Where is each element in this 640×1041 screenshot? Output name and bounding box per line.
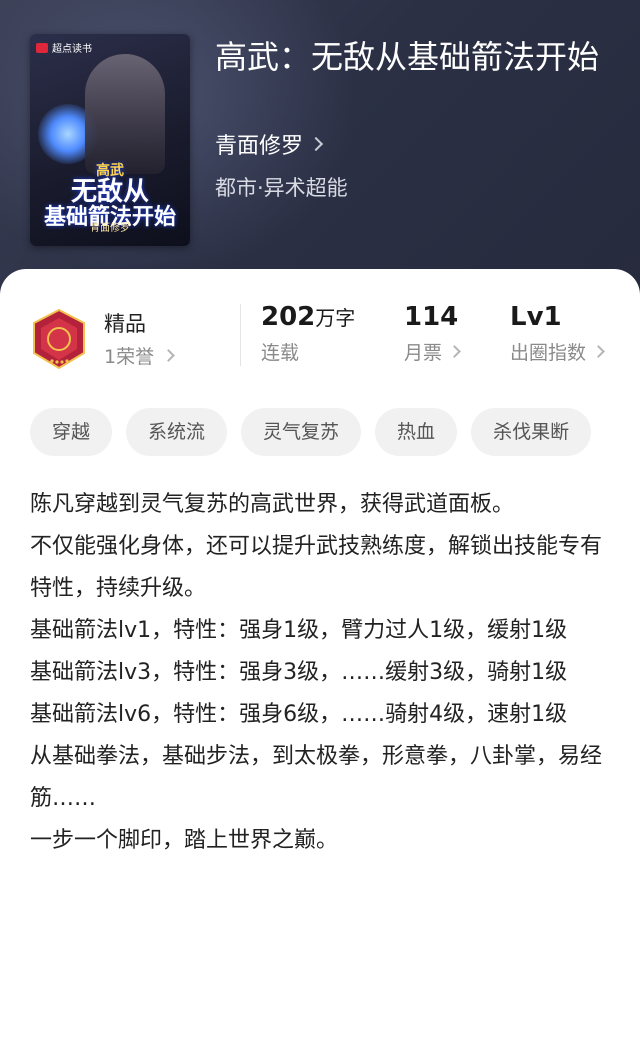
tag-chip[interactable]: 热血: [375, 408, 458, 456]
tag-chip[interactable]: 灵气复苏: [241, 408, 362, 456]
monthly-votes-stat[interactable]: 114 月票: [404, 302, 461, 365]
book-cover[interactable]: 超点读书 高武 无敌从 基础箭法开始 青面修罗: [30, 34, 190, 246]
book-description: 陈凡穿越到灵气复苏的高武世界，获得武道面板。 不仅能强化身体，还可以提升武技熟练…: [30, 492, 603, 853]
monthly-votes-value: 114: [404, 302, 459, 332]
tag-list: 穿越 系统流 灵气复苏 热血 杀伐果断: [30, 408, 640, 456]
cover-author: 青面修罗: [90, 223, 130, 234]
word-count-unit: 万字: [315, 306, 356, 330]
book-category[interactable]: 都市·异术超能: [215, 172, 348, 202]
book-title: 高武：无敌从基础箭法开始: [215, 38, 600, 76]
chevron-right-icon: [592, 345, 605, 358]
chevron-right-icon: [448, 345, 461, 358]
popularity-label: 出圈指数: [510, 342, 587, 364]
character-figure: [85, 54, 165, 174]
honor-count-link[interactable]: 1荣誉: [104, 342, 175, 369]
honor-badge-icon[interactable]: [30, 308, 88, 370]
honor-label: 精品: [104, 312, 146, 336]
popularity-stat[interactable]: Lv1 出圈指数: [510, 302, 605, 365]
honor-count: 1荣誉: [104, 346, 155, 368]
tag-chip[interactable]: 系统流: [126, 408, 228, 456]
monthly-votes-label: 月票: [404, 342, 443, 364]
word-count-label: 连载: [261, 342, 300, 364]
word-count-stat: 202万字 连载: [261, 302, 355, 365]
cover-brand-text: 超点读书: [52, 44, 92, 55]
author-link[interactable]: 青面修罗: [215, 128, 324, 160]
cover-brand: 超点读书: [36, 40, 92, 55]
chevron-right-icon: [162, 349, 175, 362]
popularity-value: Lv1: [510, 302, 562, 332]
word-count-value: 202: [261, 302, 316, 332]
stats-row: 精品 1荣誉 202万字 连载 114 月票 Lv1 出圈指数: [0, 300, 640, 380]
tag-chip[interactable]: 杀伐果断: [471, 408, 592, 456]
tag-chip[interactable]: 穿越: [30, 408, 113, 456]
stats-divider: [240, 304, 241, 366]
publisher-logo-icon: [36, 42, 48, 53]
chevron-right-icon: [308, 136, 324, 152]
author-name: 青面修罗: [215, 134, 304, 159]
cover-title-line2: 无敌从: [70, 176, 149, 207]
